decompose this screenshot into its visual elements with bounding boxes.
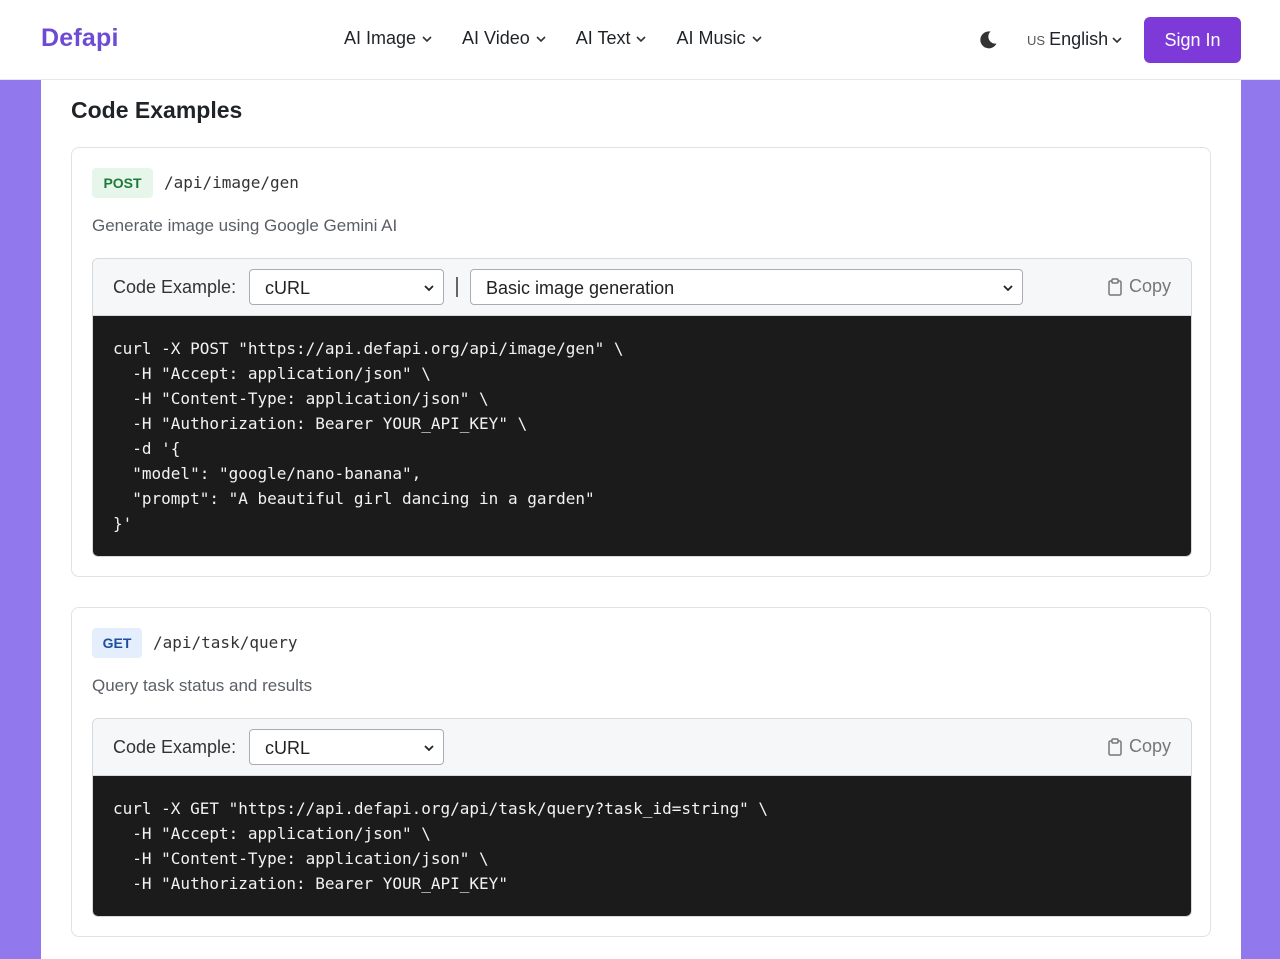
language-select-value: cURL: [265, 738, 311, 758]
sign-in-button[interactable]: Sign In: [1144, 17, 1241, 63]
language-select[interactable]: cURL: [249, 729, 444, 765]
copy-button[interactable]: Copy: [1107, 276, 1171, 297]
nav-ai-music[interactable]: AI Music: [676, 28, 762, 49]
chevron-down-icon: [424, 285, 434, 292]
copy-button[interactable]: Copy: [1107, 736, 1171, 757]
code-block[interactable]: curl -X GET "https://api.defapi.org/api/…: [93, 776, 1191, 916]
code-example-label: Code Example:: [113, 737, 237, 757]
endpoint-description: Generate image using Google Gemini AI: [92, 216, 398, 235]
nav-ai-video[interactable]: AI Video: [462, 28, 546, 49]
copy-label: Copy: [1128, 276, 1171, 296]
nav-ai-text[interactable]: AI Text: [576, 28, 647, 49]
divider: [456, 277, 458, 297]
endpoint-path: /api/task/query: [153, 633, 298, 652]
chevron-down-icon: [751, 35, 762, 42]
language-selector[interactable]: US English: [1027, 29, 1122, 50]
flag-icon: US: [1027, 33, 1046, 48]
main-nav: AI Image AI Video AI Text AI Music: [344, 28, 762, 49]
endpoint-card-post: POST /api/image/gen Generate image using…: [71, 147, 1211, 577]
nav-label: AI Video: [462, 28, 530, 48]
chevron-down-icon: [422, 35, 432, 42]
code-example-box: Code Example: cURL Copy curl -X GET "htt…: [92, 718, 1192, 917]
section-title: Code Examples: [71, 97, 243, 123]
language-select-value: cURL: [265, 278, 311, 298]
main-panel: Code Examples POST /api/image/gen Genera…: [41, 80, 1241, 959]
nav-label: AI Text: [575, 28, 631, 48]
nav-ai-image[interactable]: AI Image: [344, 28, 432, 49]
clipboard-icon: [1108, 277, 1122, 296]
moon-icon[interactable]: [976, 28, 1000, 52]
code-block[interactable]: curl -X POST "https://api.defapi.org/api…: [93, 316, 1191, 556]
language-label: English: [1049, 29, 1109, 49]
chevron-down-icon: [424, 745, 434, 752]
endpoint-path: /api/image/gen: [164, 173, 299, 192]
code-example-header: Code Example: cURL Basic image generatio…: [93, 259, 1191, 316]
site-logo[interactable]: Defapi: [41, 24, 119, 53]
top-navbar: Defapi AI Image AI Video AI Text AI Musi…: [0, 0, 1280, 80]
code-example-box: Code Example: cURL Basic image generatio…: [92, 258, 1192, 557]
method-badge: GET: [92, 628, 142, 658]
chevron-down-icon: [1112, 37, 1122, 44]
endpoint-card-get: GET /api/task/query Query task status an…: [71, 607, 1211, 937]
copy-label: Copy: [1128, 736, 1171, 756]
language-select[interactable]: cURL: [249, 269, 444, 305]
variant-select[interactable]: Basic image generation: [470, 269, 1023, 305]
endpoint-description: Query task status and results: [92, 676, 313, 695]
clipboard-icon: [1108, 737, 1122, 756]
code-example-label: Code Example:: [113, 277, 237, 297]
method-badge: POST: [92, 168, 153, 198]
nav-label: AI Image: [344, 28, 417, 48]
chevron-down-icon: [1003, 285, 1013, 292]
code-example-header: Code Example: cURL Copy: [93, 719, 1191, 776]
chevron-down-icon: [536, 35, 546, 42]
nav-label: AI Music: [676, 28, 746, 48]
variant-select-value: Basic image generation: [486, 278, 675, 298]
chevron-down-icon: [636, 35, 647, 42]
